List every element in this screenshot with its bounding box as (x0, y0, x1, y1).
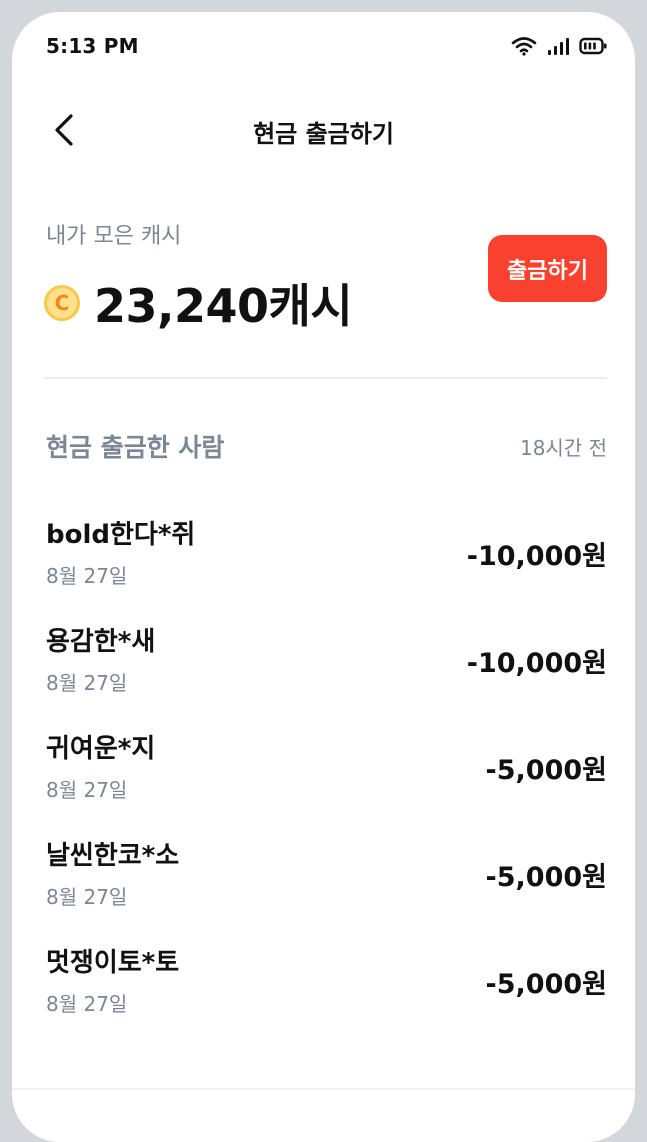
item-name: 용감한*새 (46, 627, 156, 657)
withdrawal-list: bold한다*쥐 8월 27일 -10,000원 용감한*새 8월 27일 -1… (12, 504, 635, 1039)
list-item: 용감한*새 8월 27일 -10,000원 (12, 611, 635, 718)
phone-screen: 5:13 PM 현금 출금하기 내가 모은 캐시 C 23,240캐시 출금하기… (12, 12, 635, 1142)
coin-letter: C (54, 291, 70, 315)
status-icons (511, 36, 607, 60)
item-amount: -5,000원 (485, 862, 607, 893)
list-item: bold한다*쥐 8월 27일 -10,000원 (12, 504, 635, 611)
item-name: bold한다*쥐 (46, 520, 196, 550)
item-amount: -10,000원 (466, 541, 607, 572)
item-amount: -5,000원 (485, 969, 607, 1000)
bottom-divider (12, 1088, 635, 1090)
section-updated-time: 18시간 전 (519, 436, 607, 460)
cash-balance: C 23,240캐시 (44, 270, 353, 336)
wifi-icon (511, 36, 537, 60)
item-amount: -10,000원 (466, 648, 607, 679)
status-bar: 5:13 PM (12, 12, 635, 84)
page-header: 현금 출금하기 (12, 92, 635, 168)
coin-icon: C (44, 285, 80, 321)
withdraw-button[interactable]: 출금하기 (488, 235, 607, 302)
item-date: 8월 27일 (46, 671, 128, 695)
cash-label: 내가 모은 캐시 (46, 224, 182, 249)
battery-icon (579, 37, 607, 59)
item-date: 8월 27일 (46, 564, 128, 588)
status-time: 5:13 PM (46, 34, 139, 58)
list-item: 멋쟁이토*토 8월 27일 -5,000원 (12, 932, 635, 1039)
item-name: 멋쟁이토*토 (46, 948, 180, 978)
item-name: 날씬한코*소 (46, 841, 180, 871)
list-item: 날씬한코*소 8월 27일 -5,000원 (12, 825, 635, 932)
item-date: 8월 27일 (46, 992, 128, 1016)
list-item: 귀여운*지 8월 27일 -5,000원 (12, 718, 635, 825)
section-title: 현금 출금한 사람 (46, 433, 225, 462)
cash-amount: 23,240캐시 (94, 279, 353, 333)
signal-icon (547, 36, 569, 60)
item-date: 8월 27일 (46, 885, 128, 909)
divider (44, 377, 607, 379)
item-amount: -5,000원 (485, 755, 607, 786)
page-title: 현금 출금하기 (253, 120, 394, 148)
item-name: 귀여운*지 (46, 734, 156, 764)
item-date: 8월 27일 (46, 778, 128, 802)
